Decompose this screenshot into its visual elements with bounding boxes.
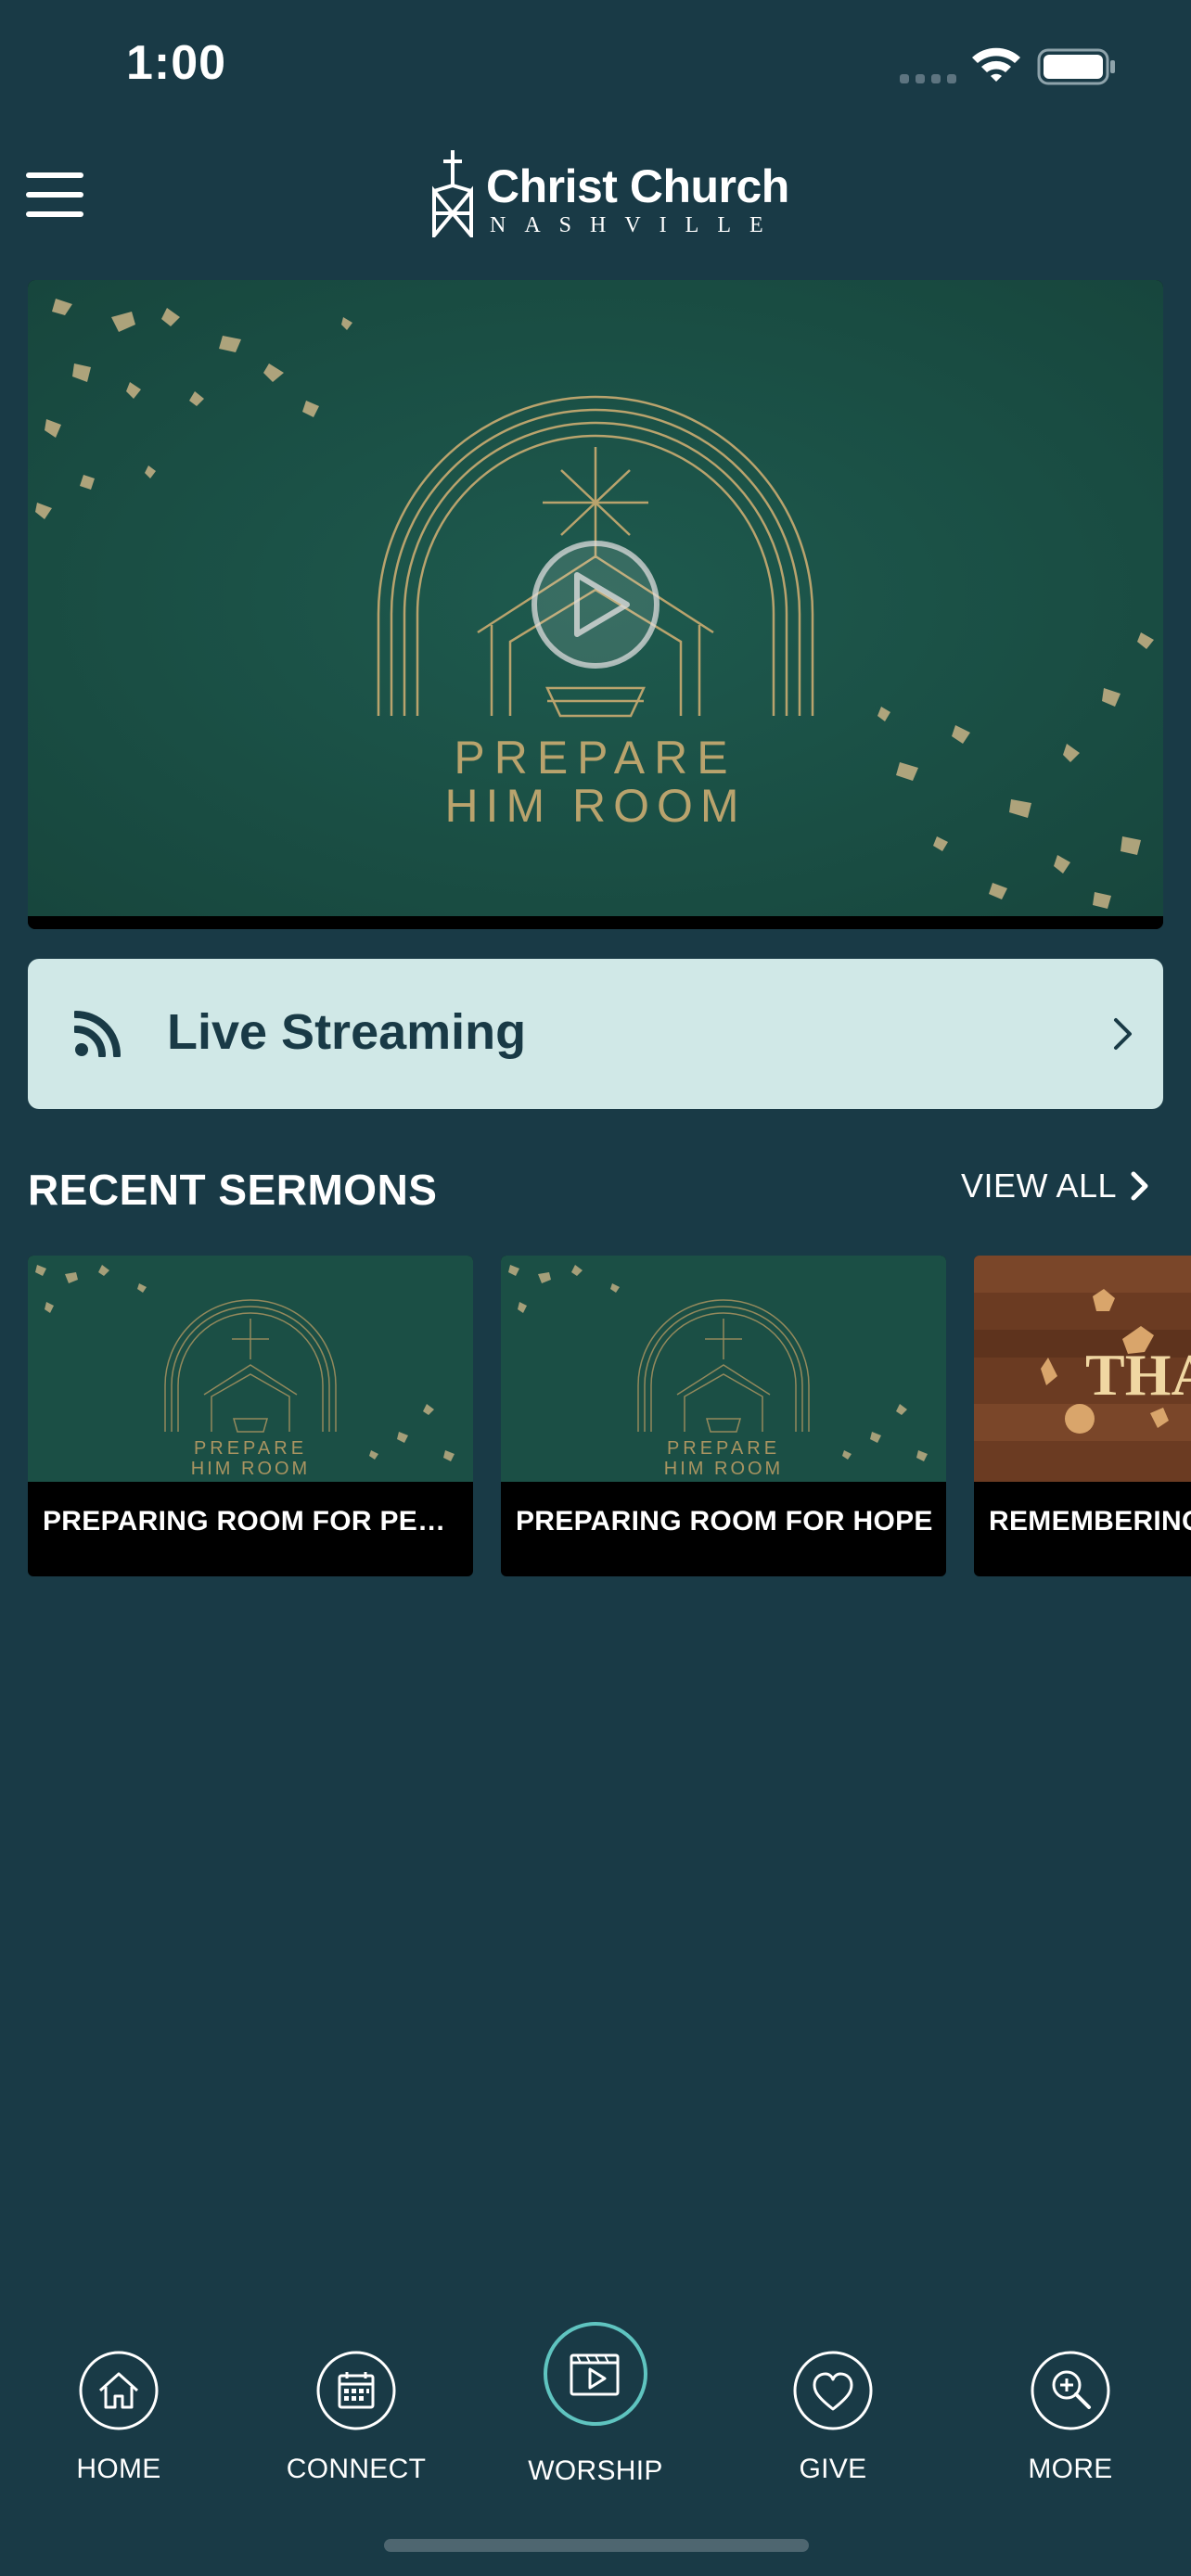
video-play-icon (544, 2322, 647, 2426)
rss-icon (74, 1011, 121, 1057)
wifi-icon (972, 47, 1020, 82)
menu-button[interactable] (26, 172, 85, 219)
featured-video-artwork: PREPARE HIM ROOM (28, 280, 1163, 929)
chevron-right-icon (1131, 1171, 1148, 1201)
sermon-thumbnail: PREPARE HIM ROOM (501, 1256, 946, 1482)
battery-icon (1037, 48, 1115, 85)
worship-screen: 1:00 Christ Church NASHVILLE PREPARE HIM… (0, 0, 1191, 2576)
logo-title: Christ Church (486, 160, 789, 212)
search-plus-icon (1031, 2351, 1110, 2430)
view-all-label: VIEW ALL (961, 1167, 1118, 1205)
chevron-right-icon (1114, 1018, 1132, 1050)
app-header: Christ Church NASHVILLE (0, 139, 1191, 278)
cellular-signal-icon (900, 74, 956, 83)
calendar-icon (316, 2351, 396, 2430)
thumb-thanks-text: THAN (1085, 1342, 1191, 1408)
sermon-title: REMEMBERING (989, 1506, 1191, 1537)
heart-icon (793, 2351, 873, 2430)
hero-title-line1: PREPARE (454, 732, 736, 784)
sermon-thumbnail: THAN (974, 1256, 1191, 1482)
thumb-title-line2: HIM ROOM (664, 1459, 783, 1479)
status-time: 1:00 (126, 36, 227, 90)
tab-connect-label: CONNECT (286, 2454, 427, 2484)
tab-give[interactable]: GIVE (740, 2309, 926, 2484)
recent-sermons-carousel[interactable]: PREPARE HIM ROOM PREPARING ROOM FOR PEA.… (0, 1256, 1191, 1580)
play-icon[interactable] (531, 541, 660, 669)
bottom-tab-bar: HOME CONNECT WORSHIP GIVE MORE (0, 2309, 1191, 2494)
thumb-title-line2: HIM ROOM (191, 1459, 310, 1479)
thumb-title-line1: PREPARE (667, 1438, 780, 1459)
tab-home[interactable]: HOME (26, 2309, 211, 2484)
sermon-card[interactable]: PREPARE HIM ROOM PREPARING ROOM FOR PEA.… (28, 1256, 473, 1576)
tab-home-label: HOME (76, 2454, 161, 2484)
sermon-card[interactable]: THAN REMEMBERING (974, 1256, 1191, 1576)
home-indicator (384, 2539, 809, 2552)
status-bar: 1:00 (0, 0, 1191, 139)
cross-logo-icon (432, 150, 473, 237)
tab-give-label: GIVE (799, 2454, 867, 2484)
live-streaming-button[interactable]: Live Streaming (28, 959, 1163, 1109)
logo-subtitle: NASHVILLE (490, 213, 782, 237)
tab-more[interactable]: MORE (978, 2309, 1163, 2484)
sermon-thumbnail: PREPARE HIM ROOM (28, 1256, 473, 1482)
recent-sermons-heading: RECENT SERMONS (28, 1166, 438, 1214)
live-streaming-label: Live Streaming (167, 1004, 527, 1060)
sermon-card[interactable]: PREPARE HIM ROOM PREPARING ROOM FOR HOPE (501, 1256, 946, 1576)
church-logo: Christ Church NASHVILLE (430, 148, 789, 241)
tab-worship-label: WORSHIP (528, 2455, 663, 2486)
tab-connect[interactable]: CONNECT (263, 2309, 449, 2484)
hamburger-icon (26, 172, 83, 178)
featured-video[interactable]: PREPARE HIM ROOM (28, 280, 1163, 929)
tab-more-label: MORE (1028, 2454, 1113, 2484)
home-icon (79, 2351, 159, 2430)
view-all-button[interactable]: VIEW ALL (961, 1167, 1150, 1205)
sermon-title: PREPARING ROOM FOR HOPE (516, 1506, 933, 1537)
hero-title-line2: HIM ROOM (444, 780, 746, 832)
tab-worship[interactable]: WORSHIP (503, 2309, 688, 2486)
sermon-title: PREPARING ROOM FOR PEA... (43, 1506, 460, 1537)
thumb-title-line1: PREPARE (194, 1438, 307, 1459)
